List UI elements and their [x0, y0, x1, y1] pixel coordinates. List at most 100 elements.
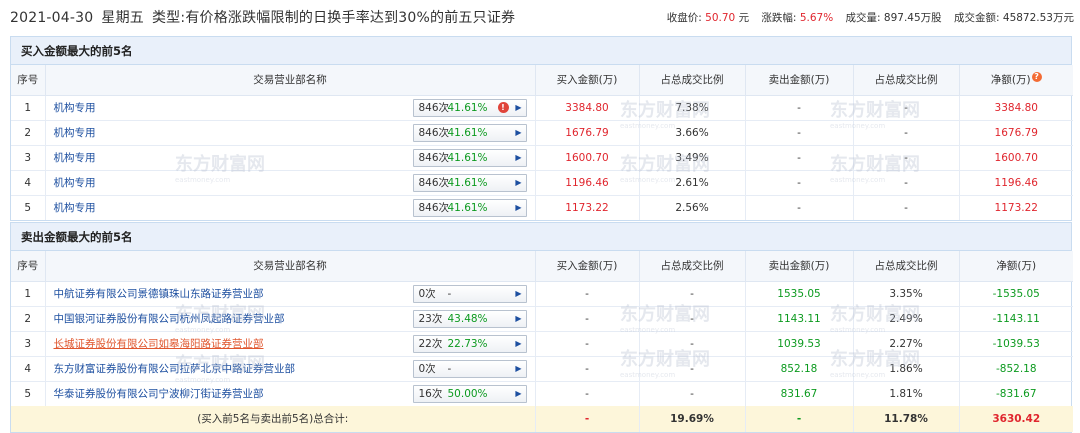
win-rate: 50.00%: [447, 387, 488, 400]
dept-cell: 中航证券有限公司景德镇珠山东路证券营业部 0次 - ▶: [45, 281, 536, 307]
dept-stats-button[interactable]: 22次 22.73% ▶: [412, 334, 527, 353]
alert-icon[interactable]: !: [497, 102, 509, 113]
col-buy-ratio[interactable]: 占总成交比例: [639, 251, 746, 282]
total-sell: -: [745, 405, 854, 432]
appear-count: 846次: [418, 177, 450, 189]
sell-section-title: 卖出金额最大的前5名: [11, 223, 1071, 251]
col-sell-ratio[interactable]: 占总成交比例: [853, 251, 960, 282]
col-sell-amount[interactable]: 卖出金额(万): [745, 251, 854, 282]
dept-stats-button[interactable]: 846次 41.61% ▶: [412, 173, 527, 192]
buy-amount: -: [535, 306, 640, 332]
sell-amount: -: [745, 120, 854, 146]
col-dept: 交易营业部名称: [45, 65, 536, 96]
net-amount: -1039.53: [959, 331, 1073, 357]
dept-name-link[interactable]: 中航证券有限公司景德镇珠山东路证券营业部: [54, 288, 264, 300]
col-net-label: 净额(万): [990, 74, 1031, 87]
row-index: 3: [11, 331, 46, 357]
quote-stats: 收盘价: 50.70 元 涨跌幅: 5.67% 成交量: 897.45万股 成交…: [667, 10, 1074, 25]
appear-count: 846次: [418, 152, 450, 164]
col-buy-amount[interactable]: 买入金额(万): [535, 251, 640, 282]
net-amount: -1143.11: [959, 306, 1073, 332]
dept-name-link[interactable]: 机构专用: [54, 102, 96, 114]
dept-cell: 机构专用 846次 41.61% ▶: [45, 145, 536, 171]
col-buy-amount[interactable]: 买入金额(万): [535, 65, 640, 96]
total-net: 3630.42: [959, 405, 1073, 432]
net-amount: 1196.46: [959, 170, 1073, 196]
row-index: 5: [11, 195, 46, 220]
row-index: 1: [11, 281, 46, 307]
col-sell-ratio[interactable]: 占总成交比例: [853, 65, 960, 96]
sell-ratio: 1.81%: [853, 381, 960, 406]
table-row: 3 机构专用 846次 41.61% ▶ 1600.70 3.49% - -1600.70: [11, 145, 1073, 171]
dept-name-link[interactable]: 机构专用: [54, 177, 96, 189]
sell-amount: 1143.11: [745, 306, 854, 332]
dept-name-link[interactable]: 华泰证券股份有限公司宁波柳汀街证券营业部: [54, 388, 264, 400]
win-rate: 41.61%: [447, 176, 488, 189]
amount-value: 45872.53万元: [1002, 11, 1074, 24]
sell-ratio: -: [853, 95, 960, 121]
win-rate: 41.61%: [447, 101, 488, 114]
trade-date: 2021-04-30: [10, 10, 94, 26]
appear-count: 846次: [418, 202, 450, 214]
sell-table: 序号 交易营业部名称 买入金额(万) 占总成交比例 卖出金额(万) 占总成交比例…: [11, 251, 1073, 432]
net-amount: -1535.05: [959, 281, 1073, 307]
dept-name-link[interactable]: 长城证券股份有限公司如皋海阳路证券营业部: [54, 338, 264, 350]
buy-amount: -: [535, 381, 640, 406]
dept-name-link[interactable]: 机构专用: [54, 152, 96, 164]
dept-name-link[interactable]: 中国银河证券股份有限公司杭州凤起路证券营业部: [54, 313, 285, 325]
sell-amount: 831.67: [745, 381, 854, 406]
dept-name-link[interactable]: 东方财富证券股份有限公司拉萨北京中路证券营业部: [54, 363, 296, 375]
dept-name-link[interactable]: 机构专用: [54, 202, 96, 214]
dept-cell: 机构专用 846次 41.61%! ▶: [45, 95, 536, 121]
col-index: 序号: [11, 251, 46, 282]
appear-count: 846次: [418, 127, 450, 139]
buy-header-row: 序号 交易营业部名称 买入金额(万) 占总成交比例 卖出金额(万) 占总成交比例…: [11, 65, 1073, 96]
expand-arrow-icon: ▶: [515, 128, 522, 137]
sell-header-row: 序号 交易营业部名称 买入金额(万) 占总成交比例 卖出金额(万) 占总成交比例…: [11, 251, 1073, 282]
expand-arrow-icon: ▶: [515, 103, 522, 112]
row-index: 4: [11, 356, 46, 382]
sell-amount: -: [745, 95, 854, 121]
expand-arrow-icon: ▶: [515, 289, 522, 298]
buy-amount: 1600.70: [535, 145, 640, 171]
win-rate: -: [447, 287, 452, 300]
win-rate: 41.61%: [447, 201, 488, 214]
dept-stats-button[interactable]: 16次 50.00% ▶: [412, 384, 527, 403]
buy-section-title: 买入金额最大的前5名: [11, 37, 1071, 65]
win-rate: 22.73%: [447, 337, 488, 350]
sell-ratio: -: [853, 195, 960, 220]
net-amount: 1600.70: [959, 145, 1073, 171]
appear-count: 0次: [418, 288, 436, 300]
table-row: 5 机构专用 846次 41.61% ▶ 1173.22 2.56% - -1173.22: [11, 195, 1073, 220]
dept-stats-button[interactable]: 846次 41.61% ▶: [412, 198, 527, 217]
buy-amount: -: [535, 331, 640, 357]
table-row: 5 华泰证券股份有限公司宁波柳汀街证券营业部 16次 50.00% ▶ - -831.67 1…: [11, 381, 1073, 406]
dept-cell: 中国银河证券股份有限公司杭州凤起路证券营业部 23次 43.48% ▶: [45, 306, 536, 332]
sell-amount: -: [745, 195, 854, 220]
dept-stats-button[interactable]: 23次 43.48% ▶: [412, 309, 527, 328]
col-sell-amount[interactable]: 卖出金额(万): [745, 65, 854, 96]
dept-name-link[interactable]: 机构专用: [54, 127, 96, 139]
dept-cell: 长城证券股份有限公司如皋海阳路证券营业部 22次 22.73% ▶: [45, 331, 536, 357]
dept-cell: 华泰证券股份有限公司宁波柳汀街证券营业部 16次 50.00% ▶: [45, 381, 536, 406]
dept-stats-button[interactable]: 0次 - ▶: [412, 284, 527, 303]
dept-stats-button[interactable]: 846次 41.61% ▶: [412, 148, 527, 167]
page-title: 2021-04-30 星期五 类型:有价格涨跌幅限制的日换手率达到30%的前五只证券: [10, 7, 515, 27]
close-value: 50.70: [705, 11, 736, 24]
win-rate: 41.61%: [447, 151, 488, 164]
dept-stats-button[interactable]: 0次 - ▶: [412, 359, 527, 378]
dept-cell: 机构专用 846次 41.61% ▶: [45, 120, 536, 146]
close-label: 收盘价:: [666, 11, 702, 24]
col-net[interactable]: 净额(万): [959, 251, 1073, 282]
col-net[interactable]: 净额(万)?: [959, 65, 1073, 96]
table-row: 2 中国银河证券股份有限公司杭州凤起路证券营业部 23次 43.48% ▶ - -1143.…: [11, 306, 1073, 332]
net-amount: 3384.80: [959, 95, 1073, 121]
col-buy-ratio[interactable]: 占总成交比例: [639, 65, 746, 96]
buy-amount: 1196.46: [535, 170, 640, 196]
buy-amount: -: [535, 281, 640, 307]
trade-weekday: 星期五: [101, 10, 144, 26]
dept-stats-button[interactable]: 846次 41.61% ▶: [412, 123, 527, 142]
dept-stats-button[interactable]: 846次 41.61%! ▶: [412, 98, 527, 117]
help-icon[interactable]: ?: [1031, 72, 1042, 83]
expand-arrow-icon: ▶: [515, 364, 522, 373]
